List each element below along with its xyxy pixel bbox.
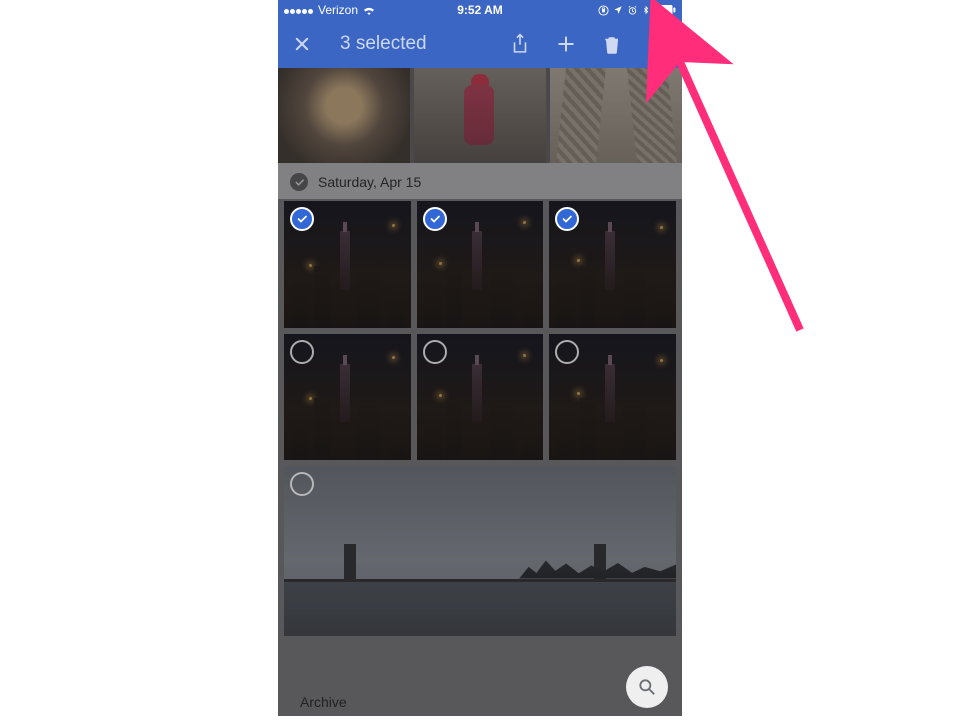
battery-icon (654, 5, 676, 15)
photo-thumb[interactable] (549, 201, 676, 328)
photo-thumb[interactable] (278, 68, 410, 163)
location-icon (613, 5, 623, 15)
carrier-label: Verizon (318, 3, 358, 17)
photo-thumb[interactable] (284, 334, 411, 461)
figure-caption: Archive (300, 694, 347, 710)
more-button[interactable] (644, 30, 672, 58)
check-icon (429, 213, 441, 225)
thumb-row (278, 201, 682, 328)
selection-toolbar: 3 selected (278, 20, 682, 68)
more-icon (647, 40, 669, 48)
close-button[interactable] (288, 30, 316, 58)
status-bar: Verizon 9:52 AM (278, 0, 682, 20)
close-icon (293, 35, 311, 53)
photo-thumb[interactable] (414, 68, 546, 163)
orientation-lock-icon (598, 5, 609, 16)
photo-thumb[interactable] (549, 334, 676, 461)
bluetooth-icon (642, 4, 650, 16)
check-icon (296, 213, 308, 225)
selection-badge-unselected[interactable] (555, 340, 579, 364)
selection-badge-selected[interactable] (290, 207, 314, 231)
trash-icon (603, 34, 621, 54)
wifi-icon (362, 5, 376, 15)
check-icon (294, 177, 305, 188)
previous-section-strip[interactable] (278, 68, 682, 163)
photo-thumb-panorama[interactable] (284, 466, 676, 636)
assistant-fab[interactable] (626, 666, 668, 708)
photo-thumb[interactable] (550, 68, 682, 163)
check-icon (561, 213, 573, 225)
photo-thumb[interactable] (417, 201, 544, 328)
signal-dots-icon (284, 3, 314, 17)
share-button[interactable] (506, 30, 534, 58)
thumb-row (278, 334, 682, 461)
selection-count-label: 3 selected (340, 33, 427, 55)
add-button[interactable] (552, 30, 580, 58)
selection-badge-unselected[interactable] (423, 340, 447, 364)
plus-icon (556, 34, 576, 54)
selection-badge-selected[interactable] (423, 207, 447, 231)
section-header[interactable]: Saturday, Apr 15 (278, 163, 682, 199)
photo-grid[interactable]: Saturday, Apr 15 (278, 68, 682, 716)
alarm-icon (627, 5, 638, 16)
phone-screen: Verizon 9:52 AM 3 selected (278, 0, 682, 716)
photo-thumb[interactable] (417, 334, 544, 461)
share-icon (510, 33, 530, 55)
section-date-label: Saturday, Apr 15 (318, 174, 421, 190)
photo-thumb[interactable] (284, 201, 411, 328)
selection-badge-unselected[interactable] (290, 340, 314, 364)
section-select-all[interactable] (290, 173, 308, 191)
delete-button[interactable] (598, 30, 626, 58)
search-icon (637, 677, 657, 697)
